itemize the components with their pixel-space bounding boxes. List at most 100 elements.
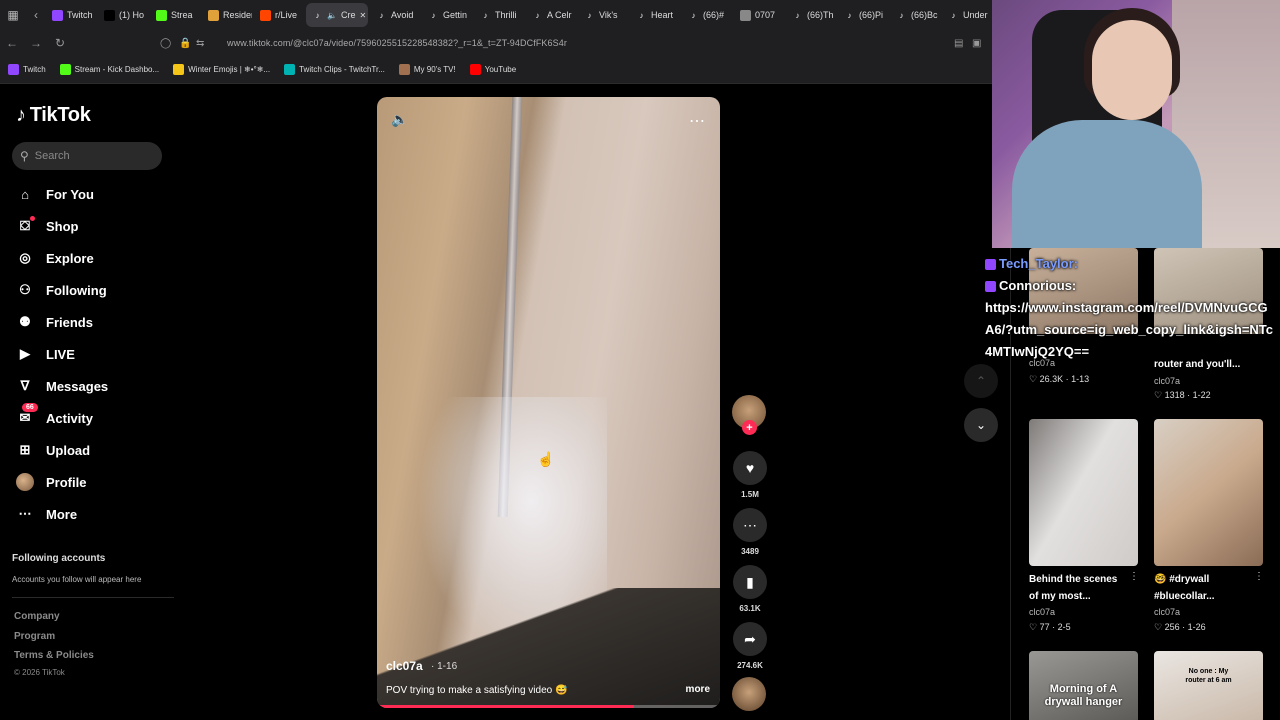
tab-scroll-left-icon[interactable]: ‹ bbox=[26, 8, 46, 22]
bookmark-item[interactable]: Twitch bbox=[8, 64, 46, 75]
nav-item-friends[interactable]: ⚉ Friends bbox=[16, 306, 108, 338]
back-icon[interactable]: ← bbox=[0, 36, 24, 50]
nav-item-profile[interactable]: Profile bbox=[16, 466, 108, 498]
footer-program-link[interactable]: Program bbox=[14, 631, 55, 642]
webcam-streamer-hoodie bbox=[1012, 120, 1202, 248]
footer-company-link[interactable]: Company bbox=[14, 611, 60, 622]
compass-icon: ◎ bbox=[19, 250, 31, 265]
video-options-icon[interactable]: ⋯ bbox=[689, 111, 706, 131]
browser-tab-label: r/Live bbox=[275, 10, 298, 20]
card-stats: ♡ 1318 · 1-22 bbox=[1154, 390, 1211, 400]
browser-tab[interactable]: ♪ 🔈 Cre ✕ bbox=[306, 3, 368, 27]
browser-tab[interactable]: ♪ (66)# bbox=[682, 3, 732, 27]
music-disc-icon[interactable] bbox=[732, 677, 766, 711]
card-title[interactable]: 🤓 #drywall #bluecollar... bbox=[1154, 571, 1254, 605]
bookmark-item[interactable]: My 90's TV! bbox=[398, 64, 456, 75]
browser-tab[interactable]: ♪ Avoid bbox=[370, 3, 420, 27]
browser-tab[interactable]: ♪ (66)Bc bbox=[890, 3, 940, 27]
video-thumbnail[interactable] bbox=[1154, 419, 1263, 566]
nav-item-more[interactable]: ⋯ More bbox=[16, 498, 108, 530]
shield-icon[interactable]: ◯ bbox=[160, 38, 171, 49]
close-tab-icon[interactable]: ✕ bbox=[359, 11, 366, 20]
bookmark-icon[interactable]: ▮ bbox=[733, 565, 767, 599]
nav-item-label: Explore bbox=[46, 250, 94, 266]
url-bar[interactable]: www.tiktok.com/@clc07a/video/75960255152… bbox=[227, 38, 567, 48]
card-options-icon[interactable]: ⋮ bbox=[1129, 571, 1139, 582]
share-action: ➦ 274.6K bbox=[732, 622, 768, 670]
following-accounts-subtitle: Accounts you follow will appear here bbox=[12, 575, 142, 584]
tab-overview-icon[interactable]: ▦ bbox=[0, 0, 26, 30]
bookmark-item[interactable]: Twitch Clips - TwitchTr... bbox=[284, 64, 385, 75]
bookmark-label: Twitch bbox=[23, 65, 46, 74]
home-icon: ⌂ bbox=[21, 186, 29, 202]
search-placeholder: Search bbox=[34, 150, 70, 162]
video-progress-bar[interactable] bbox=[377, 705, 720, 708]
video-thumbnail[interactable]: Morning of A drywall hanger bbox=[1029, 651, 1138, 720]
video-player[interactable]: 🔈 ⋯ ☝ clc07a · 1-16 POV trying to make a… bbox=[377, 97, 720, 708]
card-author[interactable]: clc07a bbox=[1154, 376, 1180, 386]
video-thumbnail[interactable]: No one : My router at 6 am bbox=[1154, 651, 1263, 720]
bookmark-item[interactable]: Stream - Kick Dashbo... bbox=[59, 64, 159, 75]
heart-icon[interactable]: ♥ bbox=[733, 451, 767, 485]
volume-icon[interactable]: 🔈 bbox=[391, 111, 408, 128]
permissions-icon[interactable]: ⇆ bbox=[196, 38, 204, 49]
card-author[interactable]: clc07a bbox=[1029, 607, 1055, 617]
tiktok-icon: ♪ bbox=[587, 10, 592, 20]
next-video-button[interactable]: ⌄ bbox=[964, 408, 998, 442]
comment-icon[interactable]: ⋯ bbox=[733, 508, 767, 542]
browser-tab[interactable]: ♪ Under bbox=[942, 3, 992, 27]
follow-plus-icon[interactable]: + bbox=[742, 420, 757, 435]
card-author[interactable]: clc07a bbox=[1154, 607, 1180, 617]
bookmark-item[interactable]: Winter Emojis | ❄•°❄... bbox=[173, 64, 270, 75]
card-heart-icon: ♡ bbox=[1154, 390, 1165, 400]
browser-tab[interactable]: ♪ Thrilli bbox=[474, 3, 524, 27]
video-author[interactable]: clc07a bbox=[386, 659, 423, 673]
card-title[interactable]: Behind the scenes of my most... bbox=[1029, 571, 1129, 605]
browser-tab[interactable]: ♪ Gettin bbox=[422, 3, 472, 27]
browser-tab[interactable]: Resident E bbox=[202, 3, 252, 27]
browser-tab[interactable]: ♪ Vik's bbox=[578, 3, 628, 27]
reload-icon[interactable]: ↻ bbox=[48, 36, 72, 50]
reader-view-icon[interactable]: ▤ bbox=[954, 38, 963, 49]
bookmark-item[interactable]: YouTube bbox=[469, 64, 516, 75]
caption-more-button[interactable]: more bbox=[686, 684, 710, 695]
tiktok-icon: ♪ bbox=[847, 10, 852, 20]
creator-avatar[interactable]: + bbox=[732, 395, 766, 435]
card-stats: ♡ 26.3K · 1-13 bbox=[1029, 374, 1090, 384]
comment-count: 3489 bbox=[741, 547, 759, 556]
browser-tab-label: (66)# bbox=[703, 10, 725, 20]
nav-item-activity[interactable]: ✉ 66 Activity bbox=[16, 402, 108, 434]
browser-tab[interactable]: r/Live bbox=[254, 3, 304, 27]
card-date: 1-22 bbox=[1192, 390, 1211, 400]
nav-item-live[interactable]: ▶ LIVE bbox=[16, 338, 108, 370]
nav-list: ⌂ For You ⛋ Shop ◎ Explore ⚇ Following ⚉ Friends ▶… bbox=[16, 178, 108, 530]
search-input[interactable]: ⚲ Search bbox=[12, 142, 162, 170]
nav-item-for-you[interactable]: ⌂ For You bbox=[16, 178, 108, 210]
forward-icon[interactable]: → bbox=[24, 36, 48, 50]
card-options-icon[interactable]: ⋮ bbox=[1254, 571, 1264, 582]
browser-tab[interactable]: ♪ (66)Pi bbox=[838, 3, 888, 27]
nav-item-shop[interactable]: ⛋ Shop bbox=[16, 210, 108, 242]
lock-icon[interactable]: 🔒 bbox=[179, 38, 191, 49]
nav-item-upload[interactable]: ⊞ Upload bbox=[16, 434, 108, 466]
chat-username: Tech_Taylor: bbox=[999, 256, 1078, 271]
previous-video-button[interactable]: ⌃ bbox=[964, 364, 998, 398]
browser-tab[interactable]: 0707 bbox=[734, 3, 784, 27]
browser-tab[interactable]: Twitch bbox=[46, 3, 96, 27]
share-icon[interactable]: ➦ bbox=[733, 622, 767, 656]
browser-tab[interactable]: ♪ A Celr bbox=[526, 3, 576, 27]
nav-item-messages[interactable]: ∇ Messages bbox=[16, 370, 109, 402]
browser-tab[interactable]: Strea bbox=[150, 3, 200, 27]
nav-item-label: Friends bbox=[46, 314, 93, 330]
screenshot-icon[interactable]: ▣ bbox=[972, 38, 981, 49]
tiktok-logo[interactable]: ♪ TikTok bbox=[16, 104, 91, 127]
browser-tab[interactable]: (1) Ho bbox=[98, 3, 148, 27]
browser-tab[interactable]: ♪ (66)Th bbox=[786, 3, 836, 27]
browser-tab-label: Thrilli bbox=[495, 10, 517, 20]
nav-item-explore[interactable]: ◎ Explore bbox=[16, 242, 108, 274]
video-thumbnail[interactable] bbox=[1029, 419, 1138, 566]
tab-audio-icon[interactable]: 🔈 bbox=[327, 11, 337, 20]
footer-terms-link[interactable]: Terms & Policies bbox=[14, 650, 94, 661]
browser-tab[interactable]: ♪ Heart bbox=[630, 3, 680, 27]
nav-item-following[interactable]: ⚇ Following bbox=[16, 274, 108, 306]
